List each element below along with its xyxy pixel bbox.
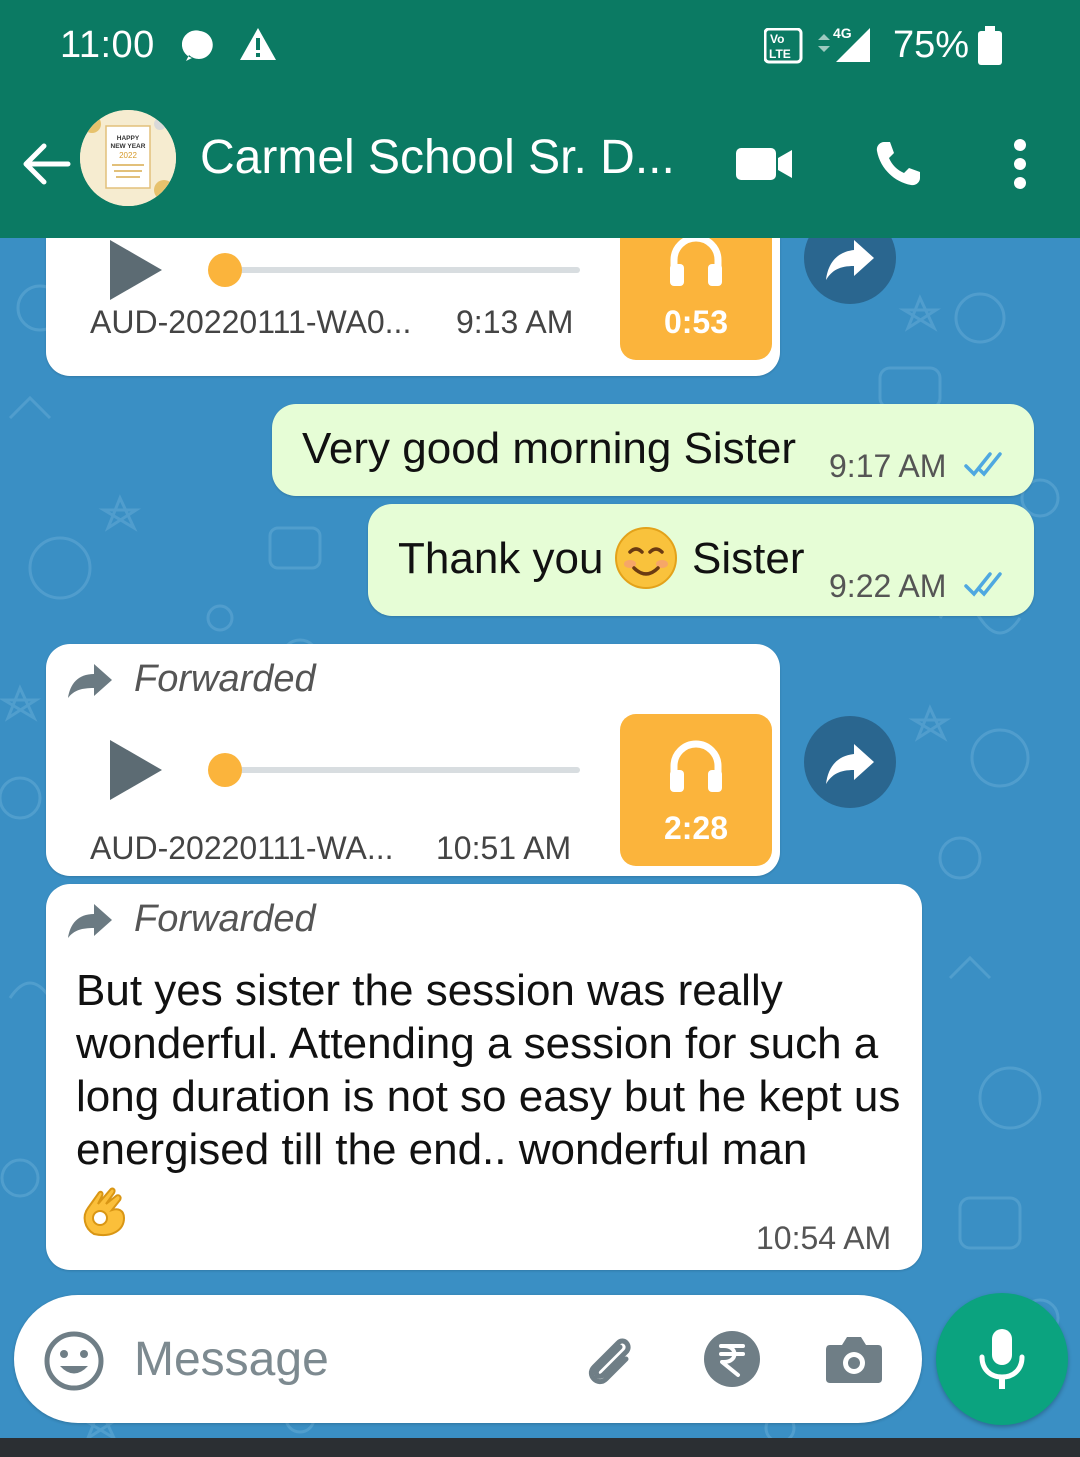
audio-thumbnail: 0:53 — [620, 238, 772, 360]
smiling-face-icon — [615, 527, 677, 589]
read-receipt-icon — [964, 572, 1002, 597]
play-icon[interactable] — [106, 238, 166, 302]
microphone-icon — [979, 1329, 1025, 1389]
audio-seek-handle[interactable] — [208, 753, 242, 787]
forwarded-label: Forwarded — [134, 658, 316, 700]
back-arrow-icon — [23, 143, 71, 185]
forwarded-icon — [68, 904, 112, 938]
forward-arrow-icon — [826, 744, 874, 784]
audio-seek-handle[interactable] — [208, 253, 242, 287]
emoji-button[interactable] — [42, 1329, 106, 1393]
more-vertical-icon — [1014, 139, 1026, 189]
svg-text:2022: 2022 — [119, 151, 137, 160]
message-time: 10:51 AM — [436, 830, 572, 866]
warning-icon — [238, 26, 278, 67]
message-text: Very good morning Sister — [302, 424, 797, 473]
svg-text:NEW YEAR: NEW YEAR — [111, 143, 146, 150]
headphones-icon — [670, 740, 722, 792]
volte-icon: Vo LTE — [763, 27, 804, 69]
forwarded-label: Forwarded — [134, 898, 316, 940]
system-navigation-bar — [0, 1438, 1080, 1457]
network-label: 4G — [833, 25, 852, 41]
avatar[interactable]: HAPPY NEW YEAR 2022 — [80, 110, 176, 206]
audio-duration: 0:53 — [663, 304, 729, 340]
message-input[interactable] — [134, 1325, 554, 1393]
audio-file-name: AUD-20220111-WA0... — [90, 304, 412, 340]
camera-icon — [826, 1337, 882, 1383]
forwarded-text-message[interactable]: Forwarded But yes sister the session was… — [46, 884, 922, 1270]
audio-duration: 2:28 — [663, 810, 729, 846]
video-call-button[interactable] — [732, 132, 796, 196]
audio-thumbnail: 2:28 — [620, 714, 772, 866]
voice-record-button[interactable] — [936, 1293, 1068, 1425]
attach-button[interactable] — [574, 1325, 642, 1393]
back-button[interactable] — [18, 136, 74, 192]
ok-hand-icon — [83, 1187, 126, 1236]
read-receipt-icon — [964, 452, 1002, 477]
play-icon[interactable] — [106, 738, 166, 802]
forwarded-audio-message[interactable]: Forwarded AUD-20220111-WA... 10:51 AM 2:… — [46, 644, 780, 876]
svg-text:Vo: Vo — [770, 32, 784, 46]
payment-button[interactable] — [698, 1325, 766, 1393]
battery-percent: 75% — [893, 24, 970, 66]
outgoing-message[interactable]: Thank you Sister 9:22 AM — [368, 504, 1034, 616]
phone-icon — [876, 142, 920, 186]
status-time: 11:00 — [60, 24, 155, 66]
camera-button[interactable] — [820, 1325, 888, 1393]
voice-call-button[interactable] — [866, 132, 930, 196]
message-composer — [14, 1295, 922, 1423]
forward-arrow-icon — [826, 240, 874, 280]
status-bar: 11:00 Vo LTE 4G 75% — [0, 0, 1080, 92]
chat-header: HAPPY NEW YEAR 2022 Carmel School Sr. D.… — [0, 92, 1080, 238]
message-time: 9:22 AM — [829, 568, 947, 604]
chat-area[interactable]: AUD-20220111-WA0... 9:13 AM 0:53 Very go… — [0, 238, 1080, 1438]
message-text: But yes sister the session was really wo… — [76, 966, 901, 1174]
audio-progress-track[interactable] — [226, 767, 580, 773]
outgoing-message[interactable]: Very good morning Sister 9:17 AM — [272, 404, 1034, 496]
audio-progress-track[interactable] — [226, 267, 580, 273]
message-time: 9:13 AM — [456, 304, 574, 340]
rupee-icon — [704, 1331, 760, 1387]
new-year-card-image: HAPPY NEW YEAR 2022 — [80, 110, 176, 206]
chat-notification-icon — [181, 28, 218, 69]
more-options-button[interactable] — [988, 132, 1052, 196]
forwarded-icon — [68, 664, 112, 698]
message-text-start: Thank you — [398, 534, 604, 583]
video-camera-icon — [736, 148, 792, 180]
paperclip-icon — [588, 1338, 631, 1385]
audio-file-name: AUD-20220111-WA... — [90, 830, 394, 866]
battery-icon — [976, 26, 1004, 71]
svg-text:HAPPY: HAPPY — [117, 135, 140, 142]
message-time: 9:17 AM — [829, 448, 947, 484]
message-text-end: Sister — [692, 534, 805, 583]
svg-text:LTE: LTE — [769, 47, 791, 61]
audio-message[interactable]: AUD-20220111-WA0... 9:13 AM 0:53 — [46, 238, 780, 376]
chat-title[interactable]: Carmel School Sr. D... — [200, 130, 675, 185]
message-time: 10:54 AM — [756, 1220, 892, 1256]
forward-button[interactable] — [804, 716, 896, 808]
signal-4g-icon: 4G — [816, 24, 876, 71]
headphones-icon — [670, 238, 722, 286]
